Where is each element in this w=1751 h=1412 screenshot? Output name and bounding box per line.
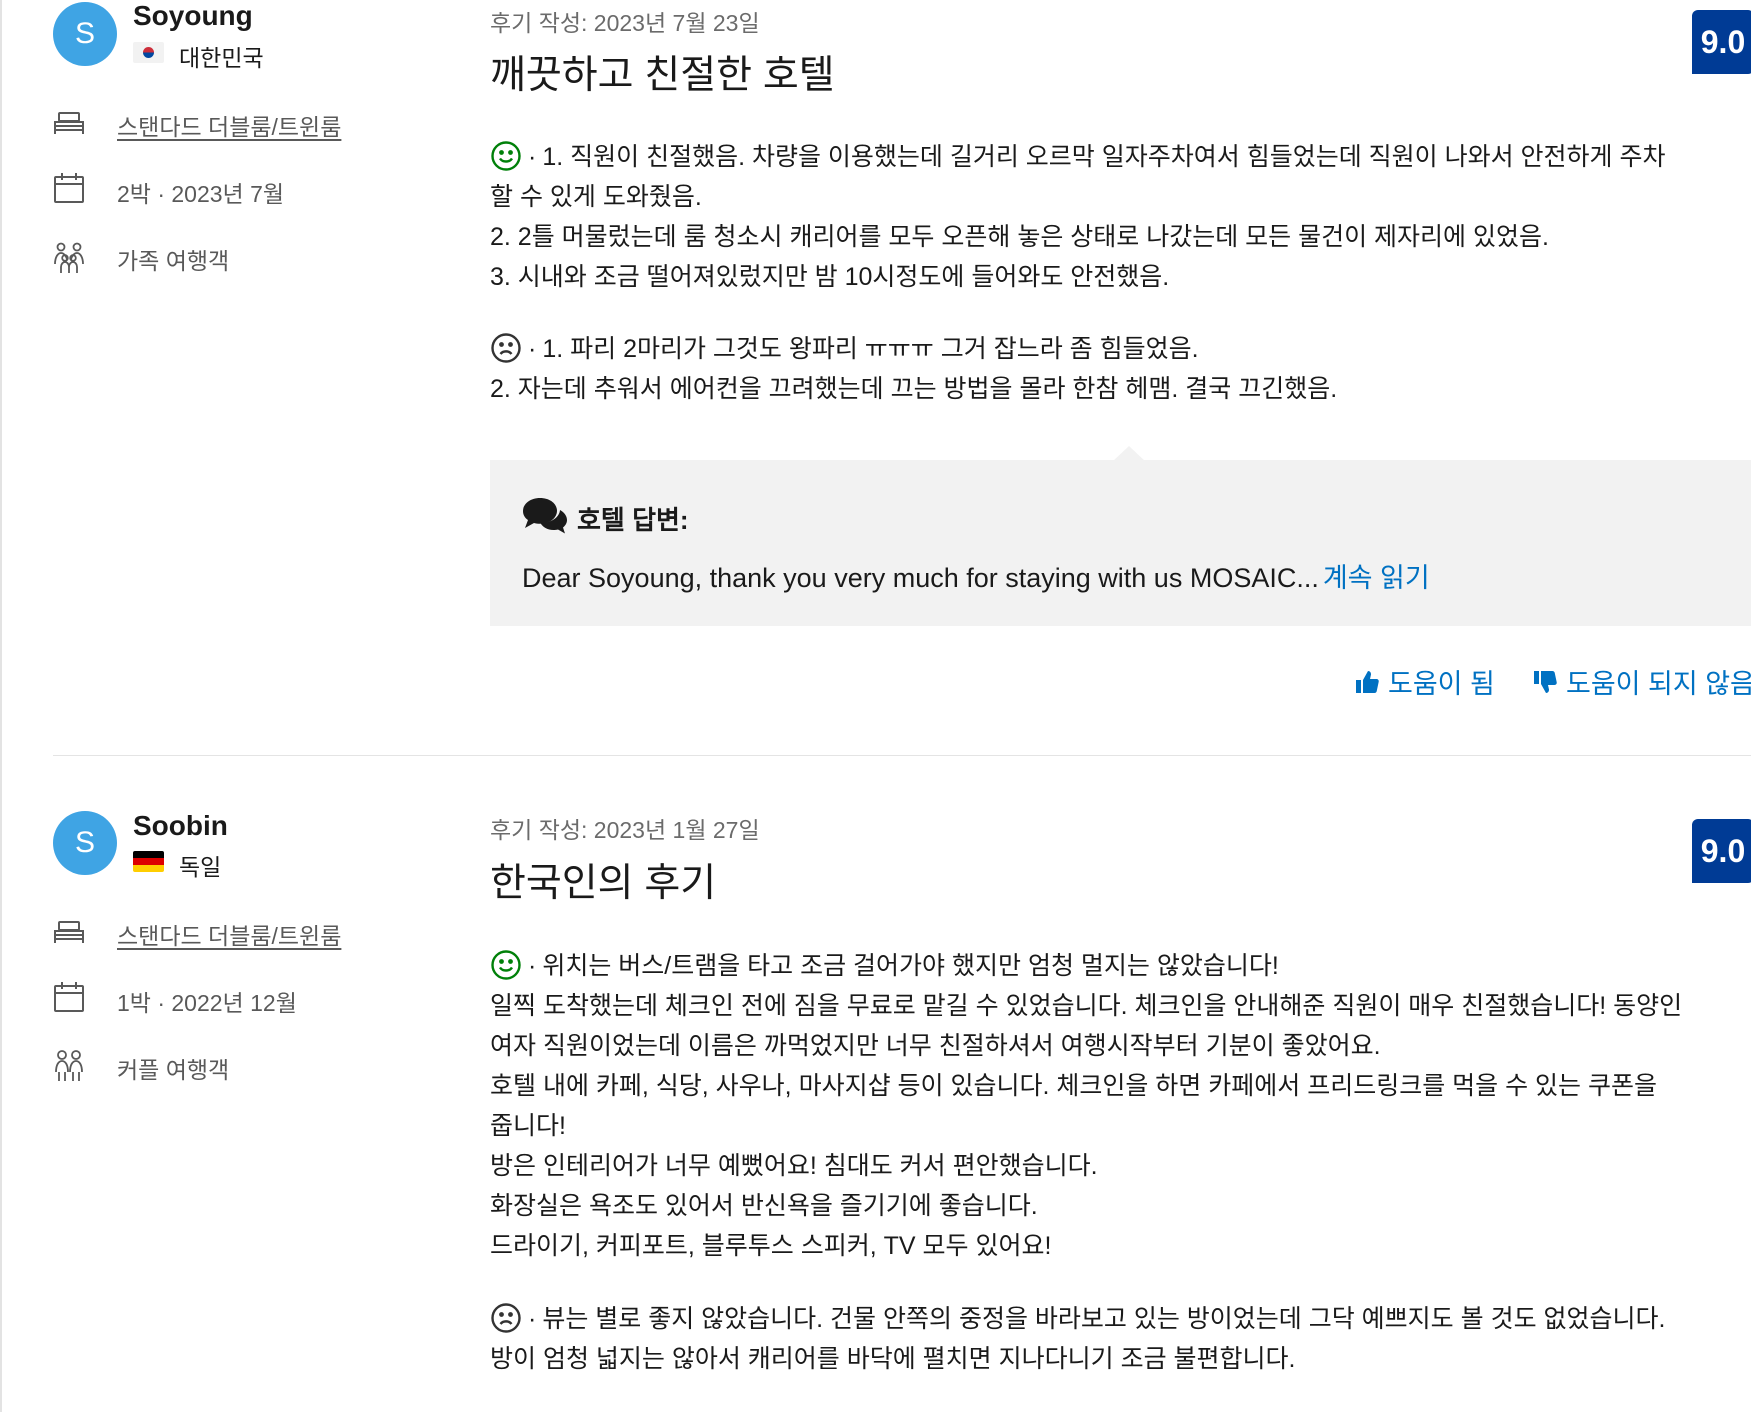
flag-germany-icon <box>133 851 164 872</box>
negative-comment: · 뷰는 별로 좋지 않았습니다. 건물 안쪽의 중정을 바라보고 있는 방이었는… <box>490 1299 1751 1379</box>
review-title: 한국인의 후기 <box>490 862 717 905</box>
review-divider <box>53 755 1751 756</box>
review-score-badge: 9.0 <box>1692 819 1751 883</box>
not-helpful-label: 도움이 되지 않음 <box>1566 669 1751 699</box>
reply-notch <box>1113 446 1145 461</box>
negative-line: 방이 엄청 넓지는 않아서 캐리어를 바닥에 펼치면 지나다니기 조금 불편합니… <box>490 1345 1296 1373</box>
stay-info: 2박 · 2023년 7월 <box>117 181 285 207</box>
bed-icon <box>52 105 86 139</box>
review-date: 후기 작성: 2023년 1월 27일 <box>490 817 760 843</box>
reviewer-name: Soyoung <box>133 0 253 31</box>
couple-icon <box>52 1048 86 1082</box>
positive-comment: · 위치는 버스/트램을 타고 조금 걸어가야 했지만 엄청 멀지는 않았습니다!… <box>490 946 1751 1266</box>
positive-line: 드라이기, 커피포트, 블루투스 스피커, TV 모두 있어요! <box>490 1232 1052 1260</box>
stay-info: 1박 · 2022년 12월 <box>117 990 297 1016</box>
positive-line: 위치는 버스/트램을 타고 조금 걸어가야 했지만 엄청 멀지는 않았습니다! <box>542 952 1279 980</box>
review-date: 후기 작성: 2023년 7월 23일 <box>490 10 760 36</box>
traveler-type: 커플 여행객 <box>117 1057 230 1083</box>
positive-line: 방은 인테리어가 너무 예뻤어요! 침대도 커서 편안했습니다. <box>490 1152 1098 1180</box>
helpful-button[interactable]: 도움이 됨 <box>1354 662 1495 701</box>
positive-line: 3. 시내와 조금 떨어져있렀지만 밤 10시정도에 들어와도 안전했음. <box>490 263 1170 291</box>
hotel-reply-text: Dear Soyoung, thank you very much for st… <box>522 556 1430 595</box>
traveler-type: 가족 여행객 <box>117 248 230 274</box>
reviewer-country: 대한민국 <box>179 45 264 71</box>
positive-line: 화장실은 욕조도 있어서 반신욕을 즐기기에 좋습니다. <box>490 1192 1038 1220</box>
positive-line: 줍니다! <box>490 1112 566 1140</box>
helpful-label: 도움이 됨 <box>1388 669 1495 699</box>
smiley-face-icon <box>490 140 522 172</box>
negative-comment: · 1. 파리 2마리가 그것도 왕파리 ㅠㅠㅠ 그거 잡느라 좀 힘들었음. 2… <box>490 329 1751 409</box>
positive-line: 1. 직원이 친절했음. 차량을 이용했는데 길거리 오르막 일자주차여서 힘들… <box>542 143 1666 171</box>
calendar-icon <box>52 980 86 1014</box>
positive-comment: · 1. 직원이 친절했음. 차량을 이용했는데 길거리 오르막 일자주차여서 힘… <box>490 137 1751 297</box>
positive-line: 호텔 내에 카페, 식당, 사우나, 마사지샵 등이 있습니다. 체크인을 하면… <box>490 1072 1657 1100</box>
reviewer-country: 독일 <box>179 854 222 880</box>
read-more-link[interactable]: 계속 읽기 <box>1323 563 1430 593</box>
hotel-reply-excerpt: Dear Soyoung, thank you very much for st… <box>522 563 1319 593</box>
thumbs-up-icon <box>1356 670 1379 693</box>
review-score-badge: 9.0 <box>1692 10 1751 74</box>
thumbs-down-icon <box>1534 670 1557 693</box>
negative-line: 2. 자는데 추워서 에어컨을 끄려했는데 끄는 방법을 몰라 한참 헤맴. 결… <box>490 375 1338 403</box>
sad-face-icon <box>490 1302 522 1334</box>
positive-line: 일찍 도착했는데 체크인 전에 짐을 무료로 맡길 수 있었습니다. 체크인을 … <box>490 992 1683 1020</box>
positive-line: 할 수 있게 도와줬음. <box>490 183 702 211</box>
review-card: S Soobin 독일 스탠다드 더블룸/트윈룸 1박 · 2022년 12월 … <box>0 808 1751 1412</box>
negative-line: 뷰는 별로 좋지 않았습니다. 건물 안쪽의 중정을 바라보고 있는 방이었는데… <box>542 1305 1666 1333</box>
speech-bubbles-icon <box>522 496 568 534</box>
family-group-icon <box>52 240 86 274</box>
hotel-reply-title: 호텔 답변: <box>577 505 689 535</box>
not-helpful-button[interactable]: 도움이 되지 않음 <box>1532 662 1751 701</box>
reviewer-name: Soobin <box>133 810 228 841</box>
bed-icon <box>52 914 86 948</box>
review-title: 깨끗하고 친절한 호텔 <box>490 54 835 97</box>
hotel-reply-box: 호텔 답변: Dear Soyoung, thank you very much… <box>490 460 1751 626</box>
positive-line: 2. 2틀 머물렀는데 룸 청소시 캐리어를 모두 오픈해 놓은 상태로 나갔는… <box>490 223 1549 251</box>
room-type-link[interactable]: 스탠다드 더블룸/트윈룸 <box>117 108 341 142</box>
flag-korea-icon <box>133 42 164 63</box>
smiley-face-icon <box>490 949 522 981</box>
room-type-link[interactable]: 스탠다드 더블룸/트윈룸 <box>117 917 341 951</box>
review-card: S Soyoung 대한민국 스탠다드 더블룸/트윈룸 2박 · 2023년 7… <box>0 0 1751 757</box>
negative-line: 1. 파리 2마리가 그것도 왕파리 ㅠㅠㅠ 그거 잡느라 좀 힘들었음. <box>542 335 1199 363</box>
calendar-icon <box>52 171 86 205</box>
avatar: S <box>53 811 117 875</box>
avatar: S <box>53 2 117 66</box>
sad-face-icon <box>490 332 522 364</box>
positive-line: 여자 직원이었는데 이름은 까먹었지만 너무 친절하셔서 여행시작부터 기분이 … <box>490 1032 1381 1060</box>
